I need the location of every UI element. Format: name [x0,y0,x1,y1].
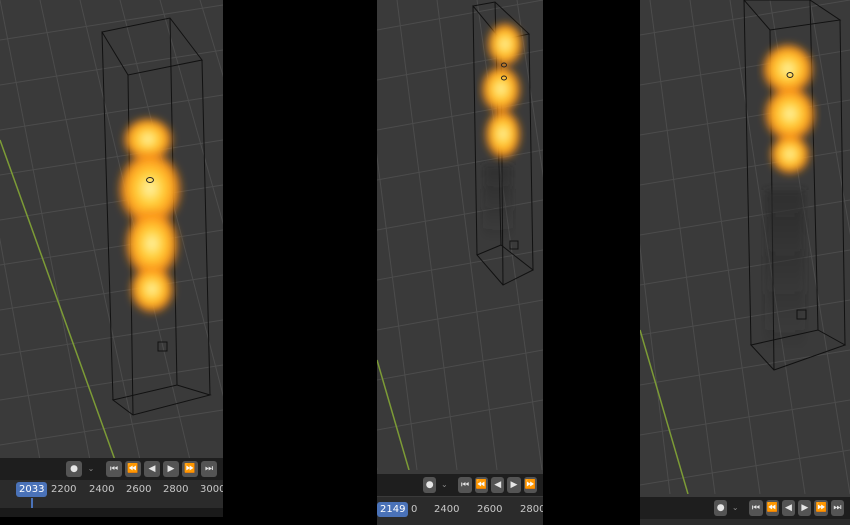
keyframe-button[interactable]: ● [66,461,82,477]
fire-simulation [481,23,523,160]
chevron-down-icon[interactable]: ⌄ [730,500,740,516]
3d-viewport-1[interactable] [0,0,223,460]
3d-viewport-3[interactable] [640,0,850,494]
play-reverse-icon[interactable]: ◀ [144,461,160,477]
jump-end-icon[interactable]: ⏭ [201,461,217,477]
prev-keyframe-icon[interactable]: ⏪ [125,461,141,477]
chevron-down-icon[interactable]: ⌄ [85,461,97,477]
timeline-track-1[interactable] [0,508,223,517]
play-icon[interactable]: ▶ [507,477,521,493]
prev-keyframe-icon[interactable]: ⏪ [765,500,779,516]
playback-toolbar-2: ● ⌄ ⏮ ⏪ ◀ ▶ ⏩ [377,474,543,496]
keyframe-button[interactable]: ● [423,477,437,493]
play-icon[interactable]: ▶ [163,461,179,477]
play-reverse-icon[interactable]: ◀ [490,477,505,493]
frame-tick: 2600 [126,484,152,495]
jump-end-icon[interactable]: ⏭ [830,500,845,516]
current-frame-indicator[interactable]: 2033 [16,482,48,497]
chevron-down-icon[interactable]: ⌄ [439,477,449,493]
frame-tick: 2600 [477,504,503,515]
viewport-panel-3[interactable]: ● ⌄ ⏮ ⏪ ◀ ▶ ⏩ ⏭ [640,0,850,525]
frame-tick: 2800 [520,504,543,515]
keyframe-button[interactable]: ● [714,500,728,516]
frame-tick: 2400 [89,484,115,495]
frame-tick: 3000 [200,484,223,495]
timeline-ruler-1[interactable]: 2033 2200 2400 2600 2800 3000 [0,480,223,508]
viewport-panel-1[interactable]: ● ⌄ ⏮ ⏪ ◀ ▶ ⏩ ⏭ 2033 2200 2400 2600 2800… [0,0,223,517]
next-keyframe-icon[interactable]: ⏩ [182,461,198,477]
next-keyframe-icon[interactable]: ⏩ [523,477,537,493]
play-reverse-icon[interactable]: ◀ [781,500,796,516]
playhead-line [31,498,33,508]
frame-tick: 2400 [434,504,460,515]
current-frame-indicator[interactable]: 2149 [377,502,409,517]
fire-simulation [762,44,816,175]
frame-tick: 2200 [51,484,77,495]
smoke-trail [765,190,805,350]
timeline-ruler-2[interactable]: 2149 0 2400 2600 2800 [377,497,543,525]
next-keyframe-icon[interactable]: ⏩ [814,500,828,516]
jump-start-icon[interactable]: ⏮ [106,461,122,477]
smoke-trail [483,165,513,240]
jump-start-icon[interactable]: ⏮ [749,500,763,516]
frame-tick: 0 [411,504,418,515]
play-icon[interactable]: ▶ [798,500,812,516]
frame-tick: 2800 [163,484,189,495]
playback-toolbar-1: ● ⌄ ⏮ ⏪ ◀ ▶ ⏩ ⏭ [0,458,223,480]
playback-toolbar-3: ● ⌄ ⏮ ⏪ ◀ ▶ ⏩ ⏭ [640,497,850,519]
prev-keyframe-icon[interactable]: ⏪ [474,477,488,493]
viewport-panel-2[interactable]: ● ⌄ ⏮ ⏪ ◀ ▶ ⏩ 2149 0 2400 2600 2800 [377,0,543,525]
timeline-track-3[interactable] [640,519,850,525]
3d-viewport-2[interactable] [377,0,543,470]
jump-start-icon[interactable]: ⏮ [458,477,472,493]
